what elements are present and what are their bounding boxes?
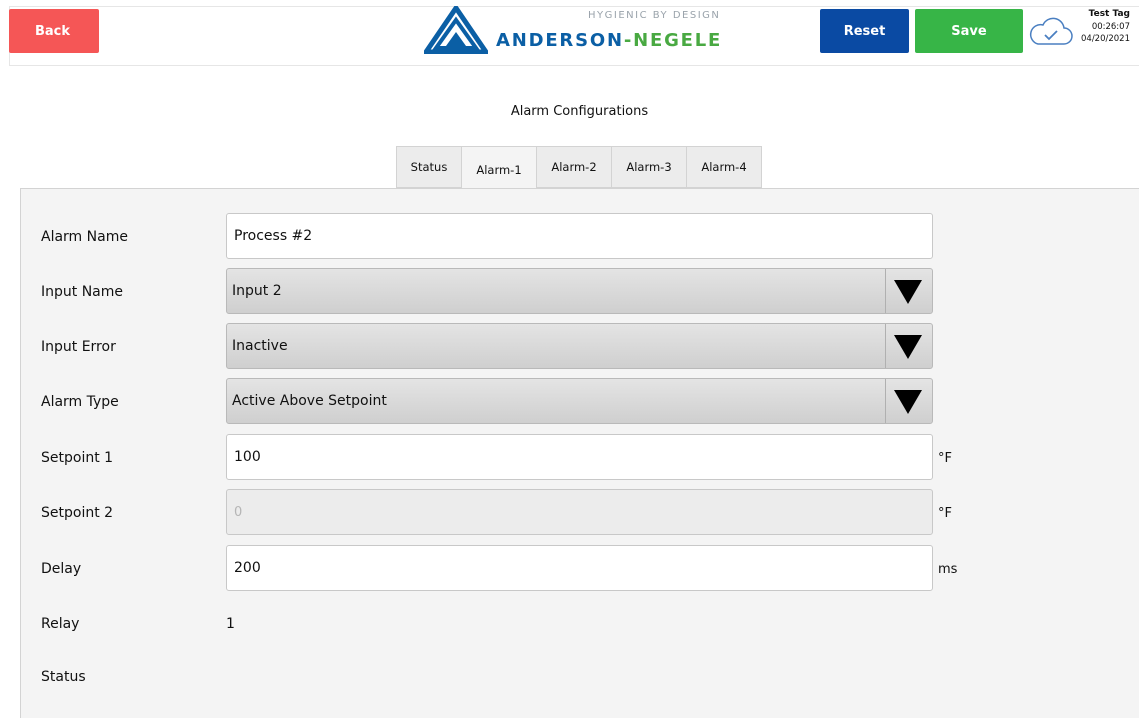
alarm-name-label: Alarm Name xyxy=(41,229,128,245)
logo-triangle-icon xyxy=(424,6,488,54)
cloud-check-icon xyxy=(1029,17,1073,45)
setpoint-2-input: 0 xyxy=(226,489,933,535)
logo-tagline: HYGIENIC BY DESIGN xyxy=(588,10,721,21)
tag-date: 04/20/2021 xyxy=(1081,34,1130,44)
dropdown-arrow-icon xyxy=(894,280,922,304)
tag-name: Test Tag xyxy=(1088,9,1130,19)
setpoint-1-input[interactable]: 100 xyxy=(226,434,933,480)
tab-alarm-4[interactable]: Alarm-4 xyxy=(686,146,762,188)
company-logo: HYGIENIC BY DESIGN ANDERSON-NEGELE xyxy=(420,4,720,56)
delay-input[interactable]: 200 xyxy=(226,545,933,591)
page-title: Alarm Configurations xyxy=(510,104,649,119)
select-divider xyxy=(885,379,886,423)
alarm-config-panel: Alarm Name Process #2 Input Name Input 2… xyxy=(20,188,1139,718)
tab-alarm-2[interactable]: Alarm-2 xyxy=(536,146,611,188)
relay-label: Relay xyxy=(41,616,80,632)
dropdown-arrow-icon xyxy=(894,335,922,359)
setpoint-2-label: Setpoint 2 xyxy=(41,505,114,521)
relay-value: 1 xyxy=(226,616,235,632)
tab-alarm-1[interactable]: Alarm-1 xyxy=(461,146,536,190)
input-error-label: Input Error xyxy=(41,339,116,355)
alarm-type-select[interactable]: Active Above Setpoint xyxy=(226,378,933,424)
alarm-type-value: Active Above Setpoint xyxy=(232,393,387,409)
status-label: Status xyxy=(41,669,86,685)
back-button[interactable]: Back xyxy=(9,9,99,53)
input-error-select[interactable]: Inactive xyxy=(226,323,933,369)
delay-unit: ms xyxy=(938,562,958,577)
setpoint-1-unit: °F xyxy=(938,451,952,466)
dropdown-arrow-icon xyxy=(894,390,922,414)
input-name-label: Input Name xyxy=(41,284,124,300)
input-name-select[interactable]: Input 2 xyxy=(226,268,933,314)
select-divider xyxy=(885,324,886,368)
input-name-value: Input 2 xyxy=(232,283,282,299)
tab-alarm-3[interactable]: Alarm-3 xyxy=(611,146,686,188)
reset-button[interactable]: Reset xyxy=(820,9,909,53)
setpoint-1-label: Setpoint 1 xyxy=(41,450,114,466)
save-button[interactable]: Save xyxy=(915,9,1023,53)
alarm-type-label: Alarm Type xyxy=(41,394,119,410)
tag-info: Test Tag 00:26:07 04/20/2021 xyxy=(1076,8,1130,45)
tab-status[interactable]: Status xyxy=(396,146,461,188)
delay-label: Delay xyxy=(41,561,82,577)
setpoint-2-unit: °F xyxy=(938,506,952,521)
input-error-value: Inactive xyxy=(232,338,288,354)
alarm-name-input[interactable]: Process #2 xyxy=(226,213,933,259)
logo-name: ANDERSON-NEGELE xyxy=(496,30,723,51)
alarm-tabs: Status Alarm-1 Alarm-2 Alarm-3 Alarm-4 xyxy=(396,146,762,190)
tag-time: 00:26:07 xyxy=(1091,22,1130,32)
select-divider xyxy=(885,269,886,313)
